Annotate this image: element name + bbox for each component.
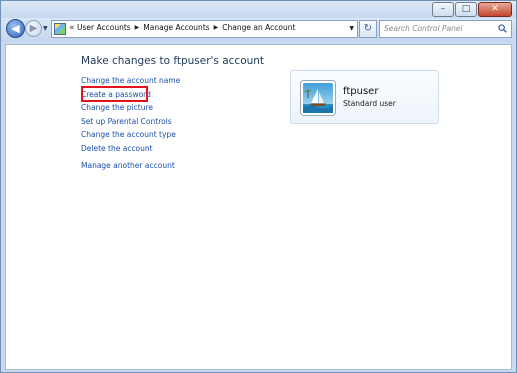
maximize-button[interactable]: □: [455, 2, 477, 17]
search-placeholder: Search Control Panel: [384, 24, 463, 33]
account-card: ftpuser Standard user: [290, 70, 439, 124]
account-type: Standard user: [343, 99, 396, 108]
close-button[interactable]: ✕: [478, 2, 512, 17]
manage-another-account-link[interactable]: Manage another account: [81, 159, 180, 173]
breadcrumb-user-accounts[interactable]: User Accounts: [77, 23, 131, 32]
back-button[interactable]: ◀: [6, 19, 25, 38]
navigation-bar: ◀ ▶ ▼ « User Accounts ▶ Manage Accounts …: [1, 18, 516, 42]
breadcrumb-separator-icon[interactable]: ▶: [135, 24, 140, 31]
recent-pages-dropdown-icon[interactable]: ▼: [43, 25, 48, 32]
title-bar: – □ ✕: [1, 1, 516, 18]
breadcrumb-change-an-account[interactable]: Change an Account: [222, 23, 295, 32]
search-icon[interactable]: [498, 24, 507, 33]
main-content: Make changes to ftpuser's account Change…: [5, 44, 512, 370]
change-picture-link[interactable]: Change the picture: [81, 101, 180, 115]
forward-button[interactable]: ▶: [25, 20, 42, 37]
breadcrumb-overflow-icon[interactable]: «: [69, 23, 75, 33]
address-dropdown-icon[interactable]: ▼: [349, 25, 354, 32]
account-name: ftpuser: [343, 86, 379, 97]
breadcrumb-manage-accounts[interactable]: Manage Accounts: [143, 23, 209, 32]
minimize-button[interactable]: –: [432, 2, 454, 17]
delete-account-link[interactable]: Delete the account: [81, 142, 180, 156]
highlight-box: [81, 86, 148, 102]
change-account-type-link[interactable]: Change the account type: [81, 128, 180, 142]
search-input[interactable]: Search Control Panel: [379, 20, 512, 38]
parental-controls-link[interactable]: Set up Parental Controls: [81, 115, 180, 129]
refresh-button[interactable]: ↻: [359, 20, 377, 38]
address-bar[interactable]: « User Accounts ▶ Manage Accounts ▶ Chan…: [51, 20, 358, 38]
window-controls: – □ ✕: [431, 2, 512, 17]
sailboat-picture-icon: [303, 83, 333, 113]
control-panel-window: – □ ✕ ◀ ▶ ▼ « User Accounts ▶ Manage Acc…: [0, 0, 517, 373]
control-panel-icon: [54, 23, 66, 35]
page-title: Make changes to ftpuser's account: [81, 55, 265, 67]
breadcrumb-separator-icon[interactable]: ▶: [214, 24, 219, 31]
avatar: [300, 80, 336, 116]
breadcrumb: User Accounts ▶ Manage Accounts ▶ Change…: [77, 23, 295, 32]
